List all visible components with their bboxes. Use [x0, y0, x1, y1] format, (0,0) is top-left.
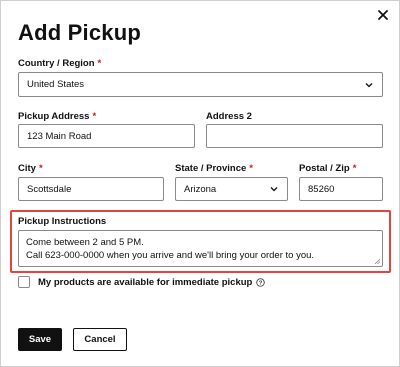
address2-label: Address 2 [206, 111, 252, 122]
chevron-down-icon [365, 82, 373, 87]
pickup-address-label: Pickup Address * [18, 111, 97, 122]
chevron-down-icon [270, 187, 278, 192]
cancel-button[interactable]: Cancel [73, 328, 127, 351]
resize-handle-icon[interactable] [374, 258, 380, 264]
dialog-title: Add Pickup [18, 20, 142, 45]
country-select[interactable]: United States [18, 72, 383, 97]
instructions-label: Pickup Instructions [18, 216, 107, 227]
svg-text:?: ? [259, 281, 263, 287]
instructions-textarea[interactable]: Come between 2 and 5 PM. Call 623-000-00… [18, 230, 383, 267]
info-icon[interactable]: ? [256, 278, 266, 287]
immediate-pickup-label[interactable]: My products are available for immediate … [38, 277, 266, 288]
city-input[interactable]: Scottsdale [18, 177, 164, 201]
city-label: City * [18, 163, 43, 174]
immediate-pickup-text: My products are available for immediate … [38, 277, 253, 288]
pickup-address-input[interactable]: 123 Main Road [18, 124, 195, 148]
zip-input[interactable]: 85260 [299, 177, 383, 201]
instructions-line-2: Call 623-000-0000 when you arrive and we… [26, 250, 315, 261]
state-value: Arizona [184, 183, 217, 195]
add-pickup-dialog: Add Pickup Country / Region * United Stat… [0, 0, 400, 367]
city-value: Scottsdale [27, 183, 72, 195]
close-button[interactable] [375, 7, 391, 23]
state-label: State / Province * [175, 163, 253, 174]
instructions-line-1: Come between 2 and 5 PM. [26, 237, 144, 248]
save-button[interactable]: Save [18, 328, 62, 351]
zip-value: 85260 [308, 183, 335, 195]
immediate-pickup-checkbox[interactable] [18, 276, 30, 288]
close-icon [378, 10, 388, 20]
country-value: United States [27, 79, 85, 90]
country-label: Country / Region * [18, 58, 102, 69]
state-select[interactable]: Arizona [175, 177, 288, 201]
zip-label: Postal / Zip * [299, 163, 357, 174]
pickup-address-value: 123 Main Road [27, 130, 92, 142]
address2-input[interactable] [206, 124, 383, 148]
